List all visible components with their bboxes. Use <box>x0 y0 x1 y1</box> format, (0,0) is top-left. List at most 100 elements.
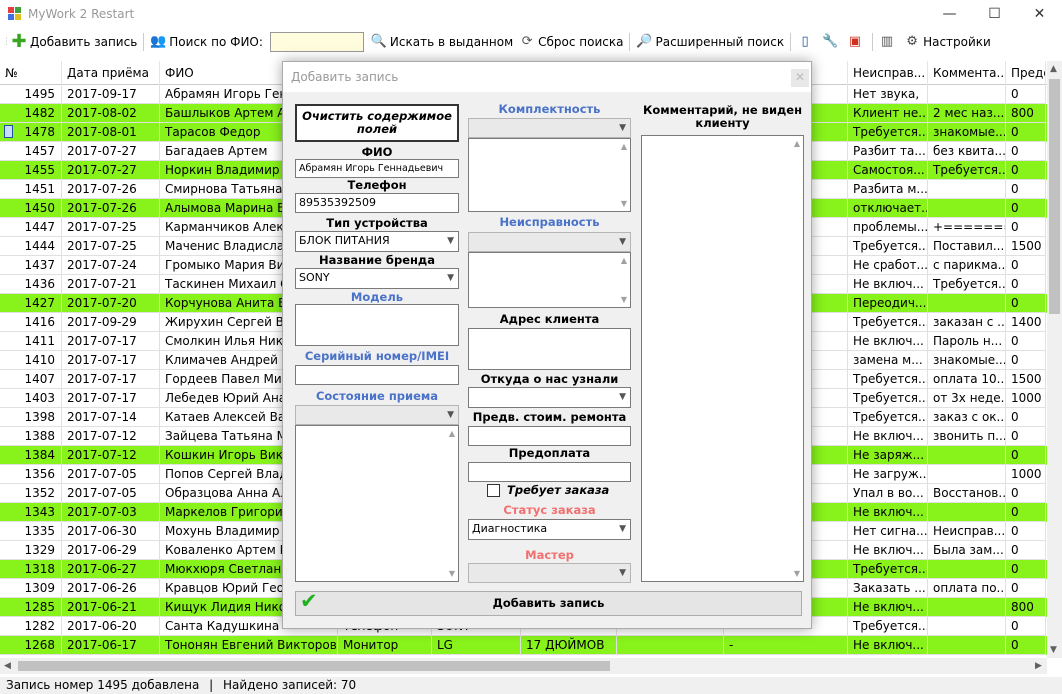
table-cell[interactable]: 1444 <box>0 237 62 256</box>
table-cell[interactable]: 2017-07-21 <box>62 275 160 294</box>
table-cell[interactable]: от 3х неде... <box>928 389 1006 408</box>
column-header[interactable]: № <box>0 61 62 85</box>
table-cell[interactable]: Клиент не... <box>848 104 928 123</box>
table-cell[interactable]: Не включ... <box>848 503 928 522</box>
table-cell[interactable]: 2017-06-29 <box>62 541 160 560</box>
table-cell[interactable]: 2017-06-17 <box>62 636 160 655</box>
table-cell[interactable] <box>928 503 1006 522</box>
scroll-up-arrow[interactable]: ▲ <box>1050 64 1057 74</box>
table-cell[interactable]: Не включ... <box>848 332 928 351</box>
table-cell[interactable]: Переодич... <box>848 294 928 313</box>
table-cell[interactable]: 0 <box>1006 636 1046 655</box>
table-cell[interactable]: 2017-07-03 <box>62 503 160 522</box>
vertical-scrollbar[interactable]: ▲ ▼ <box>1047 61 1062 658</box>
dialog-close-button[interactable]: ✕ <box>791 69 809 87</box>
column-header[interactable]: Предо <box>1006 61 1046 85</box>
table-cell[interactable]: 0 <box>1006 503 1046 522</box>
table-cell[interactable]: 1000 <box>1006 389 1046 408</box>
scroll-down-arrow[interactable]: ▼ <box>794 569 800 578</box>
table-cell[interactable] <box>617 636 724 655</box>
table-cell[interactable]: Пароль н... <box>928 332 1006 351</box>
table-cell[interactable]: 1329 <box>0 541 62 560</box>
scroll-down-arrow[interactable]: ▼ <box>621 295 627 304</box>
table-cell[interactable]: 2017-07-25 <box>62 237 160 256</box>
column-header[interactable]: Неисправ... <box>848 61 928 85</box>
table-cell[interactable] <box>928 180 1006 199</box>
completeness-list[interactable]: ▲ ▼ <box>468 138 631 212</box>
table-cell[interactable]: +=======... <box>928 218 1006 237</box>
column-header[interactable]: Коммента... <box>928 61 1006 85</box>
table-cell[interactable]: 1455 <box>0 161 62 180</box>
table-cell[interactable]: 1450 <box>0 199 62 218</box>
table-cell[interactable]: 1500 <box>1006 370 1046 389</box>
chip-button[interactable]: ▣ <box>844 30 869 53</box>
stats-button[interactable]: ▥ <box>876 30 901 53</box>
scroll-right-arrow[interactable]: ▶ <box>1035 661 1042 671</box>
table-cell[interactable]: 1352 <box>0 484 62 503</box>
table-cell[interactable]: 1427 <box>0 294 62 313</box>
table-cell[interactable]: 1407 <box>0 370 62 389</box>
table-cell[interactable]: 0 <box>1006 579 1046 598</box>
add-record-button[interactable]: ✚ Добавить запись <box>8 30 140 53</box>
table-cell[interactable]: Требуется... <box>848 313 928 332</box>
table-cell[interactable]: Разбит та... <box>848 142 928 161</box>
table-cell[interactable]: 2017-07-20 <box>62 294 160 313</box>
table-cell[interactable]: 0 <box>1006 161 1046 180</box>
table-cell[interactable]: 2017-07-17 <box>62 370 160 389</box>
order-status-select[interactable]: Диагностика ▼ <box>468 519 631 540</box>
table-cell[interactable]: 1282 <box>0 617 62 636</box>
table-cell[interactable]: Не включ... <box>848 275 928 294</box>
table-cell[interactable] <box>928 199 1006 218</box>
table-cell[interactable]: 0 <box>1006 351 1046 370</box>
table-cell[interactable]: 1000 <box>1006 465 1046 484</box>
table-cell[interactable]: 1447 <box>0 218 62 237</box>
table-cell[interactable]: знакомые... <box>928 123 1006 142</box>
table-cell[interactable]: 2017-07-17 <box>62 389 160 408</box>
table-cell[interactable]: 2017-07-25 <box>62 218 160 237</box>
scroll-left-arrow[interactable]: ◀ <box>4 661 11 671</box>
condition-select[interactable]: ▼ <box>295 405 459 425</box>
horizontal-scroll-thumb[interactable] <box>18 661 610 671</box>
reset-search-button[interactable]: ⟳ Сброс поиска <box>516 30 626 53</box>
table-cell[interactable]: 17 ДЮЙМОВ <box>521 636 617 655</box>
table-cell[interactable]: Монитор <box>338 636 432 655</box>
table-cell[interactable]: Нет звука, <box>848 85 928 104</box>
table-cell[interactable]: с парикма... <box>928 256 1006 275</box>
table-cell[interactable]: Требуется... <box>848 123 928 142</box>
brand-select[interactable]: SONY ▼ <box>295 268 459 289</box>
table-cell[interactable]: 2017-06-20 <box>62 617 160 636</box>
search-fio-input[interactable] <box>269 31 364 52</box>
vertical-scroll-thumb[interactable] <box>1049 79 1060 314</box>
table-cell[interactable] <box>928 294 1006 313</box>
scroll-down-arrow[interactable]: ▼ <box>621 199 627 208</box>
table-cell[interactable]: 1398 <box>0 408 62 427</box>
table-cell[interactable]: 0 <box>1006 617 1046 636</box>
completeness-select[interactable]: ▼ <box>468 118 631 138</box>
table-cell[interactable]: Упал в во... <box>848 484 928 503</box>
phone-button[interactable]: ▯ <box>794 30 819 53</box>
table-cell[interactable]: 2017-06-26 <box>62 579 160 598</box>
table-cell[interactable]: 1309 <box>0 579 62 598</box>
table-cell[interactable]: 1388 <box>0 427 62 446</box>
prepay-field[interactable] <box>468 462 631 482</box>
table-cell[interactable]: 2017-09-29 <box>62 313 160 332</box>
table-cell[interactable]: LG <box>432 636 521 655</box>
minimize-button[interactable]: — <box>927 0 972 28</box>
source-select[interactable]: ▼ <box>468 387 631 408</box>
table-cell[interactable] <box>928 446 1006 465</box>
model-field[interactable] <box>295 304 459 346</box>
table-cell[interactable]: 1437 <box>0 256 62 275</box>
table-cell[interactable]: 2017-07-17 <box>62 332 160 351</box>
table-cell[interactable]: 0 <box>1006 142 1046 161</box>
table-cell[interactable]: 1410 <box>0 351 62 370</box>
advanced-search-button[interactable]: 🔎 Расширенный поиск <box>633 30 787 53</box>
table-cell[interactable]: оплата 10... <box>928 370 1006 389</box>
table-cell[interactable]: 2017-07-14 <box>62 408 160 427</box>
device-type-select[interactable]: БЛОК ПИТАНИЯ ▼ <box>295 231 459 252</box>
table-cell[interactable]: 1268 <box>0 636 62 655</box>
order-required-checkbox[interactable] <box>487 484 500 497</box>
table-cell[interactable]: 2017-07-27 <box>62 161 160 180</box>
fault-select[interactable]: ▼ <box>468 232 631 252</box>
condition-list[interactable]: ▲ ▼ <box>295 425 459 582</box>
table-cell[interactable]: 2017-07-26 <box>62 180 160 199</box>
